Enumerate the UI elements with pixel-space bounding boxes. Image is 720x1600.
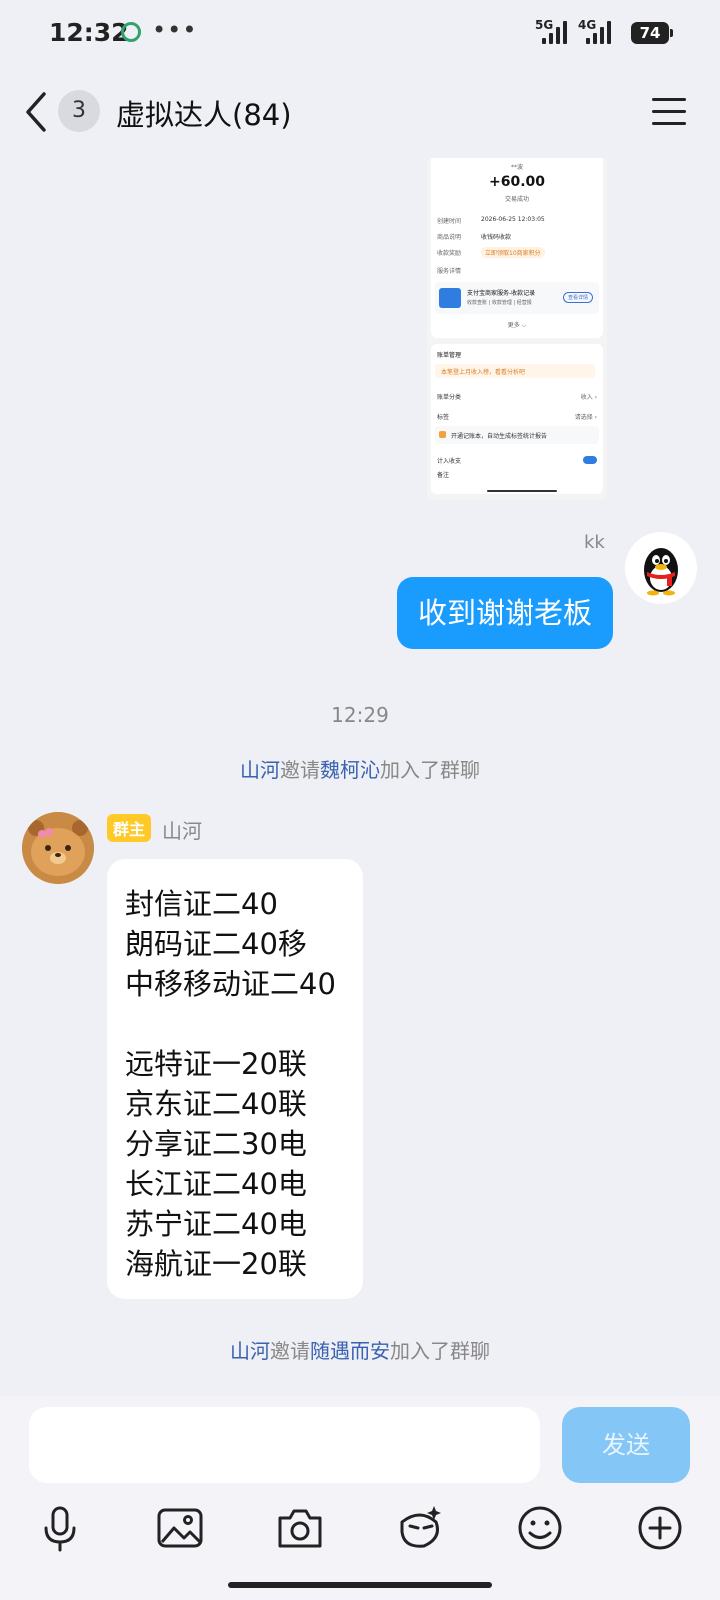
message-line: 苏宁证二40电 — [125, 1207, 307, 1241]
chat-title: 虚拟达人(84) — [116, 98, 292, 132]
penguin-avatar-icon — [644, 548, 678, 596]
send-button[interactable]: 发送 — [562, 1407, 690, 1483]
service-title: 支付宝商家服务-收款记录 — [467, 290, 536, 297]
more-notifications-icon: ••• — [152, 16, 198, 44]
message-line: 海航证一20联 — [125, 1247, 307, 1281]
message-line: 中移移动证二40 — [125, 967, 336, 1001]
bear-avatar-icon — [22, 812, 94, 884]
remark-label: 备注 — [437, 472, 450, 479]
system-text: 加入了群聊 — [390, 1339, 490, 1363]
microphone-icon[interactable] — [34, 1502, 86, 1554]
receipt-row-value: 2026-06-25 12:03:05 — [481, 216, 545, 223]
message-line: 京东证二40联 — [125, 1087, 307, 1121]
carrier-icon — [121, 22, 141, 42]
avatar[interactable] — [22, 812, 94, 884]
tag-value: 请选择 › — [574, 414, 597, 421]
count-in-label: 计入收支 — [437, 458, 462, 465]
receipt-more: 更多 ⌵ — [507, 322, 527, 329]
inviter-link[interactable]: 山河 — [230, 1339, 270, 1363]
camera-icon[interactable] — [274, 1502, 326, 1554]
receipt-row-label: 创建时间 — [437, 218, 462, 225]
ledger-icon — [439, 431, 446, 438]
bill-mgmt-label: 账单管理 — [437, 352, 462, 359]
store-icon — [439, 288, 461, 308]
message-bubble-sent[interactable]: 收到谢谢老板 — [397, 577, 613, 649]
system-message-join: 山河邀请随遇而安加入了群聊 — [0, 1335, 720, 1364]
tag-label: 标签 — [437, 414, 450, 421]
message-input[interactable] — [29, 1407, 540, 1483]
sender-name: 山河 — [162, 819, 202, 843]
receipt-row-label: 服务详情 — [437, 268, 462, 275]
unread-count-badge[interactable]: 3 — [58, 90, 100, 132]
invitee-link[interactable]: 随遇而安 — [310, 1339, 390, 1363]
chat-header: 3 虚拟达人(84) — [0, 64, 720, 160]
back-icon[interactable] — [22, 90, 52, 134]
bill-category-value: 收入 › — [580, 394, 597, 401]
inviter-link[interactable]: 山河 — [240, 758, 280, 782]
service-sub: 收款查账 | 收款管理 | 经营报 — [467, 300, 532, 306]
image-icon[interactable] — [154, 1502, 206, 1554]
message-timestamp: 12:29 — [331, 703, 389, 727]
invitee-link[interactable]: 魏柯沁 — [320, 758, 380, 782]
receipt-payer: **波 — [510, 164, 523, 171]
system-text: 邀请 — [280, 758, 320, 782]
signal-4g-icon — [586, 20, 614, 44]
receipt-row-label: 收款奖励 — [437, 250, 462, 257]
message-line: 分享证二30电 — [125, 1127, 307, 1161]
add-icon[interactable] — [634, 1502, 686, 1554]
bill-category-label: 账单分类 — [437, 394, 462, 401]
service-detail-button: 查看详情 — [563, 292, 594, 303]
message-bubble-received[interactable]: 封信证二40 朗码证二40移 中移移动证二40 远特证一20联 京东证二40联 … — [107, 859, 363, 1299]
bill-tip: 本笔登上月收入榜，看看分析吧 — [435, 364, 595, 378]
status-time: 12:32 — [49, 18, 129, 47]
home-indicator — [228, 1582, 492, 1588]
signal-5g-icon — [542, 20, 570, 44]
status-bar: 12:32 ••• 5G 4G 74 — [0, 0, 720, 64]
emoji-icon[interactable] — [514, 1502, 566, 1554]
message-line: 朗码证二40移 — [125, 927, 307, 961]
menu-icon[interactable] — [652, 98, 686, 126]
receipt-homebar — [487, 490, 557, 492]
sticker-icon[interactable] — [394, 1502, 446, 1554]
receipt-bill-card: 账单管理 本笔登上月收入榜，看看分析吧 账单分类 收入 › 标签 请选择 › 开… — [431, 344, 603, 494]
receipt-service-box: 支付宝商家服务-收款记录 收款查账 | 收款管理 | 经营报 查看详情 — [435, 282, 599, 314]
receipt-image-message[interactable]: **波 +60.00 交易成功 创建时间 2026-06-25 12:03:05… — [427, 158, 607, 500]
tag-tip-box: 开通记账本，自动生成标签统计报告 — [435, 426, 599, 444]
receipt-reward-pill: 立即领取10商家积分 — [481, 247, 545, 258]
battery-icon: 74 — [631, 22, 673, 44]
tag-tip-text: 开通记账本，自动生成标签统计报告 — [451, 433, 548, 440]
message-line: 长江证二40电 — [125, 1167, 307, 1201]
count-in-toggle — [583, 456, 597, 464]
avatar[interactable] — [625, 532, 697, 604]
system-text: 加入了群聊 — [380, 758, 480, 782]
receipt-status: 交易成功 — [504, 196, 529, 203]
receipt-amount: +60.00 — [488, 174, 545, 190]
message-line: 封信证二40 — [125, 887, 278, 921]
group-owner-badge: 群主 — [107, 814, 152, 842]
receipt-row-value: 收钱码收款 — [481, 234, 512, 241]
sender-name: kk — [584, 532, 605, 553]
system-message-join: 山河邀请魏柯沁加入了群聊 — [0, 754, 720, 783]
system-text: 邀请 — [270, 1339, 310, 1363]
receipt-row-label: 商品说明 — [437, 234, 462, 241]
receipt-summary-card: **波 +60.00 交易成功 创建时间 2026-06-25 12:03:05… — [431, 158, 603, 338]
message-line: 远特证一20联 — [125, 1047, 307, 1081]
bill-tip-text: 本笔登上月收入榜，看看分析吧 — [441, 369, 526, 376]
